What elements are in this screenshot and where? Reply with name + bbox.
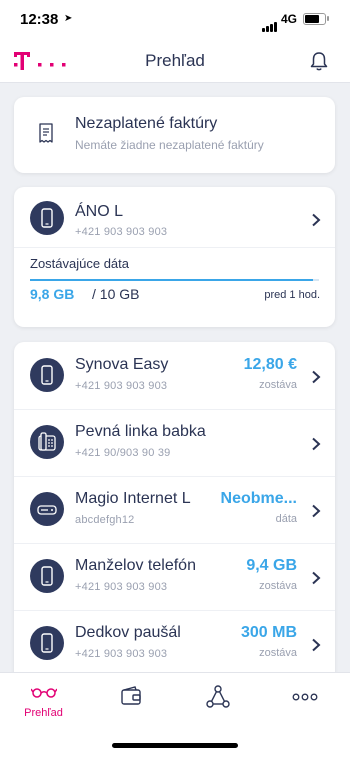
unpaid-title: Nezaplatené faktúry xyxy=(75,115,218,132)
list-item[interactable]: Synova Easy +421 903 903 903 12,80 € zos… xyxy=(14,342,335,410)
network-type: 4G xyxy=(281,12,298,26)
chevron-right-icon xyxy=(312,370,321,384)
router-icon xyxy=(30,492,64,526)
service-value: 9,4 GB xyxy=(246,557,297,574)
chevron-right-icon xyxy=(312,437,321,451)
list-item[interactable]: Manželov telefón +421 903 903 903 9,4 GB… xyxy=(14,543,335,611)
service-value: 12,80 € xyxy=(243,356,297,373)
phone-icon xyxy=(30,626,64,660)
service-unit: zostáva xyxy=(259,379,297,391)
home-indicator xyxy=(112,743,238,748)
service-name: Dedkov paušál xyxy=(75,624,181,641)
data-remaining-value: 9,8 GB xyxy=(30,286,75,302)
app-header: Prehľad xyxy=(0,40,350,83)
bell-icon[interactable] xyxy=(308,50,330,72)
tab-more[interactable] xyxy=(261,673,348,733)
share-icon xyxy=(206,685,230,708)
service-number: +421 903 903 903 xyxy=(75,581,168,593)
service-number: +421 903 903 903 xyxy=(75,380,168,392)
chevron-right-icon xyxy=(312,638,321,652)
plan-number: +421 903 903 903 xyxy=(75,226,168,238)
service-unit: dáta xyxy=(275,513,297,525)
landline-icon xyxy=(30,425,64,459)
main-plan-card[interactable]: ÁNO L +421 903 903 903 Zostávajúce dáta … xyxy=(14,187,335,327)
data-progress-fill xyxy=(30,279,314,281)
glasses-icon xyxy=(31,688,57,698)
service-number: abcdefgh12 xyxy=(75,514,135,526)
battery-icon xyxy=(303,13,326,25)
location-arrow-icon: ➤ xyxy=(64,13,73,24)
service-name: Pevná linka babka xyxy=(75,423,206,440)
service-number: +421 903 903 903 xyxy=(75,648,168,660)
unpaid-subtitle: Nemáte žiadne nezaplatené faktúry xyxy=(75,138,264,152)
data-remaining-label: Zostávajúce dáta xyxy=(30,256,130,271)
plan-name: ÁNO L xyxy=(75,203,124,220)
phone-icon xyxy=(30,559,64,593)
services-list: Synova Easy +421 903 903 903 12,80 € zos… xyxy=(14,342,335,682)
tab-services[interactable] xyxy=(174,673,261,733)
chevron-right-icon xyxy=(312,213,321,227)
service-name: Synova Easy xyxy=(75,356,169,373)
wallet-icon xyxy=(121,686,141,705)
service-unit: zostáva xyxy=(259,647,297,659)
data-progress-bar xyxy=(30,279,319,281)
list-item[interactable]: Dedkov paušál +421 903 903 903 300 MB zo… xyxy=(14,610,335,678)
signal-icon xyxy=(262,14,278,32)
service-unit: zostáva xyxy=(259,580,297,592)
tab-overview-label: Prehľad xyxy=(24,707,63,719)
status-bar: 12:38 ➤ 4G xyxy=(0,0,350,40)
status-time: 12:38 xyxy=(20,11,59,28)
unpaid-invoices-card[interactable]: Nezaplatené faktúry Nemáte žiadne nezapl… xyxy=(14,97,335,173)
service-name: Manželov telefón xyxy=(75,557,196,574)
list-item[interactable]: Pevná linka babka +421 90/903 90 39 xyxy=(14,409,335,477)
service-value: 300 MB xyxy=(240,624,297,641)
chevron-right-icon xyxy=(312,571,321,585)
service-name: Magio Internet L xyxy=(75,490,191,507)
data-total-value: / 10 GB xyxy=(92,286,140,302)
chevron-right-icon xyxy=(312,504,321,518)
phone-icon xyxy=(30,201,64,235)
page-title: Prehľad xyxy=(145,51,205,70)
tab-wallet[interactable] xyxy=(87,673,174,733)
receipt-icon xyxy=(39,123,53,143)
list-item[interactable]: Magio Internet L abcdefgh12 Neobme... dá… xyxy=(14,476,335,544)
service-number: +421 90/903 90 39 xyxy=(75,447,171,459)
last-updated: pred 1 hod. xyxy=(264,289,320,301)
tab-overview[interactable]: Prehľad xyxy=(0,673,87,733)
more-icon xyxy=(292,693,318,701)
phone-icon xyxy=(30,358,64,392)
service-value: Neobme... xyxy=(220,490,297,507)
